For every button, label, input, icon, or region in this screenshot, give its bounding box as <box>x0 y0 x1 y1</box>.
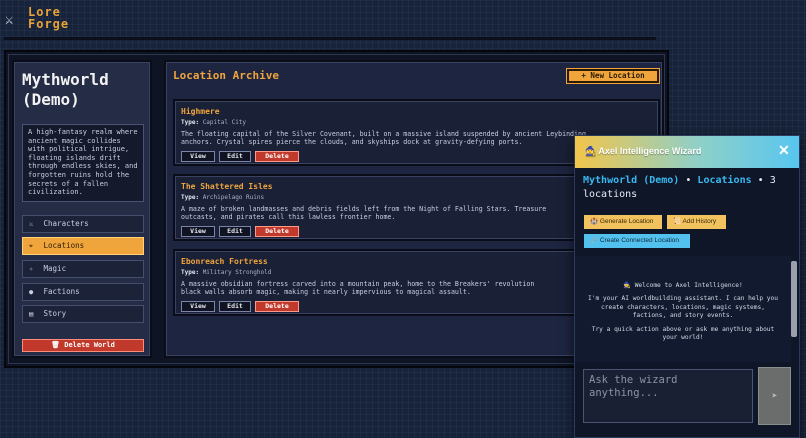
sidebar-item-factions[interactable]: ● Factions <box>22 283 144 301</box>
location-type: Type: Capital City <box>181 119 247 126</box>
crossed-swords-icon: ⚔ <box>5 12 14 28</box>
view-button[interactable]: View <box>181 151 215 162</box>
edit-button[interactable]: Edit <box>219 301 251 312</box>
location-type: Type: Military Stronghold <box>181 269 272 276</box>
create-connected-location-button[interactable]: 🔗 Create Connected Location <box>584 234 690 248</box>
welcome-message: 🧙 Welcome to Axel Intelligence! <box>623 282 743 289</box>
swords-icon: ⚔ <box>29 220 34 228</box>
intro-message: I'm your AI worldbuilding assistant. I c… <box>588 295 778 320</box>
context-separator: • <box>685 175 692 186</box>
send-icon[interactable]: ➤ <box>758 367 791 425</box>
page-title: Location Archive <box>173 69 279 82</box>
shield-icon: ● <box>29 288 34 296</box>
sidebar-item-story[interactable]: ▤ Story <box>22 305 144 323</box>
prompt-message: Try a quick action above or ask me anyth… <box>591 325 775 342</box>
close-icon[interactable]: ✕ <box>778 142 790 159</box>
add-history-button[interactable]: 📜 Add History <box>667 215 726 229</box>
sidebar-item-label: Characters <box>43 219 89 228</box>
sidebar-item-label: Story <box>43 309 67 318</box>
delete-world-button[interactable]: 🗑 Delete World <box>22 339 144 352</box>
logo-line-2: Forge <box>28 17 70 31</box>
top-bar: ⚔ Lore Forge <box>0 0 806 42</box>
context-section: Locations <box>697 175 752 186</box>
view-button[interactable]: View <box>181 226 215 237</box>
app-logo[interactable]: Lore Forge <box>28 6 69 30</box>
sidebar-item-label: Magic <box>43 264 67 273</box>
book-icon: ▤ <box>29 310 34 318</box>
generate-location-button[interactable]: 🏰 Generate Location <box>584 215 662 229</box>
map-pin-icon: ⌖ <box>29 242 33 250</box>
new-location-button[interactable]: + New Location <box>567 69 659 83</box>
wizard-input[interactable]: Ask the wizard anything... <box>583 369 753 423</box>
wizard-title: 🧙 Axel Intelligence Wizard <box>585 146 702 156</box>
location-name: Highmere <box>181 107 220 116</box>
chat-scrollbar[interactable] <box>791 261 797 337</box>
wizard-context: Mythworld (Demo) • Locations • 3 locatio… <box>583 174 795 202</box>
context-world: Mythworld (Demo) <box>583 175 680 186</box>
edit-button[interactable]: Edit <box>219 151 251 162</box>
delete-button[interactable]: Delete <box>255 301 299 312</box>
world-sidebar: Mythworld (Demo) A high-fantasy realm wh… <box>12 60 152 358</box>
delete-button[interactable]: Delete <box>255 151 299 162</box>
wizard-chat-area: 🧙 Welcome to Axel Intelligence! I'm your… <box>575 256 791 362</box>
context-separator: • <box>757 175 764 186</box>
location-type: Type: Archipelago Ruins <box>181 194 265 201</box>
world-description: A high-fantasy realm where ancient magic… <box>22 124 144 202</box>
wizard-panel: 🧙 Axel Intelligence Wizard ✕ Mythworld (… <box>574 135 800 438</box>
world-title: Mythworld (Demo) <box>22 70 109 109</box>
location-name: The Shattered Isles <box>181 182 273 191</box>
location-name: Ebonreach Fortress <box>181 257 268 266</box>
sidebar-item-magic[interactable]: ✧ Magic <box>22 260 144 278</box>
sidebar-item-label: Locations <box>43 241 85 250</box>
wizard-header: 🧙 Axel Intelligence Wizard ✕ <box>575 136 799 168</box>
sidebar-item-label: Factions <box>43 287 80 296</box>
sidebar-item-characters[interactable]: ⚔ Characters <box>22 215 144 233</box>
view-button[interactable]: View <box>181 301 215 312</box>
sparkle-icon: ✧ <box>29 265 34 273</box>
sidebar-item-locations[interactable]: ⌖ Locations <box>22 237 144 255</box>
delete-button[interactable]: Delete <box>255 226 299 237</box>
edit-button[interactable]: Edit <box>219 226 251 237</box>
header-divider <box>4 37 656 40</box>
